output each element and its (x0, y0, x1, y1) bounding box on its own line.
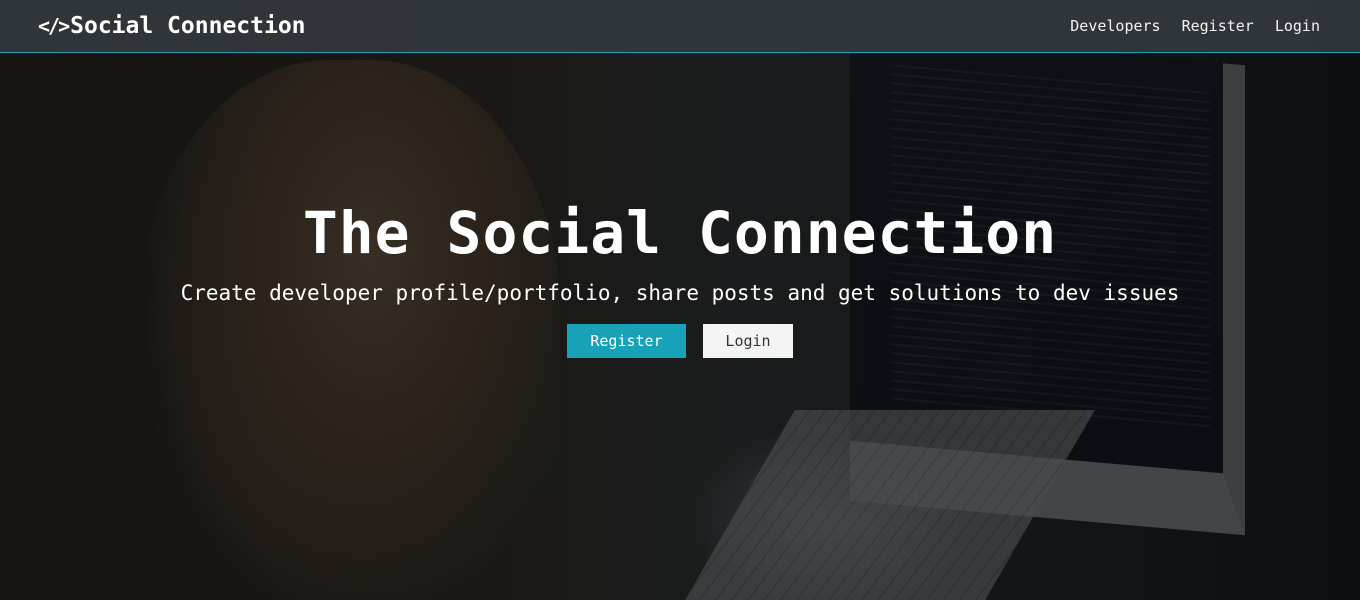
code-icon: </> (38, 14, 70, 38)
navbar: </> Social Connection Developers Registe… (0, 0, 1360, 53)
brand-text: Social Connection (70, 13, 306, 39)
register-button[interactable]: Register (567, 324, 686, 358)
login-button[interactable]: Login (703, 324, 793, 358)
nav-login-link[interactable]: Login (1275, 17, 1320, 35)
brand-link[interactable]: </> Social Connection (38, 13, 306, 39)
nav-links: Developers Register Login (1070, 17, 1320, 35)
hero-buttons: Register Login (567, 324, 793, 358)
nav-developers-link[interactable]: Developers (1070, 17, 1160, 35)
hero-lead: Create developer profile/portfolio, shar… (180, 281, 1180, 305)
hero-section: The Social Connection Create developer p… (0, 190, 1360, 358)
nav-register-link[interactable]: Register (1182, 17, 1254, 35)
hero-title: The Social Connection (302, 199, 1058, 267)
